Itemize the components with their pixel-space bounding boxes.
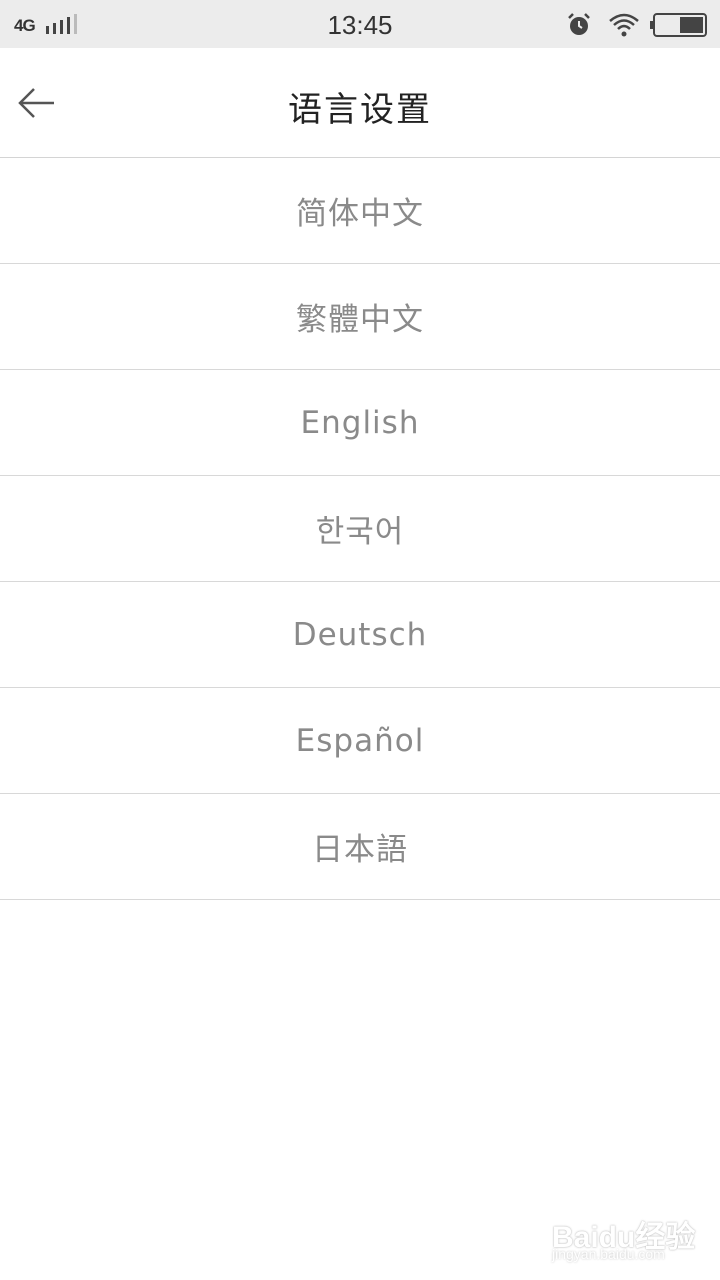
wifi-icon	[609, 13, 639, 37]
language-item-traditional-chinese[interactable]: 繁體中文	[0, 264, 720, 370]
language-item-simplified-chinese[interactable]: 简体中文	[0, 158, 720, 264]
language-list: 简体中文 繁體中文 English 한국어 Deutsch Español 日本…	[0, 158, 720, 900]
watermark-url: jingyan.baidu.com	[552, 1246, 665, 1262]
page-title: 语言设置	[288, 90, 432, 130]
alarm-icon	[568, 13, 590, 35]
language-item-korean[interactable]: 한국어	[0, 476, 720, 582]
language-item-english[interactable]: English	[0, 370, 720, 476]
language-item-spanish[interactable]: Español	[0, 688, 720, 794]
language-item-german[interactable]: Deutsch	[0, 582, 720, 688]
watermark: Baidu经验 jingyan.baidu.com	[552, 1200, 712, 1270]
status-bar: 4G 13:45	[0, 0, 720, 48]
battery-icon	[650, 13, 707, 37]
app-bar: 语言设置	[0, 48, 720, 158]
language-item-japanese[interactable]: 日本語	[0, 794, 720, 900]
